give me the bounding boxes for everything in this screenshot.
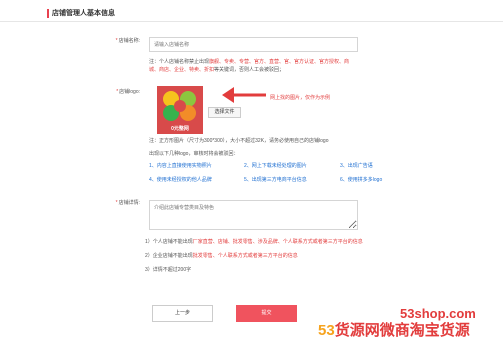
required-mark: * — [116, 89, 119, 95]
logo-rule: 5、出现第三方电商平台信息 — [244, 177, 307, 183]
desc-tip-prefix: 3）详情不超过200字 — [145, 267, 192, 273]
submit-button[interactable]: 提交 — [236, 305, 297, 322]
logo-rule: 4、使用未经授权的他人品牌 — [149, 177, 212, 183]
prev-step-button[interactable]: 上一步 — [152, 305, 213, 322]
logo-rule: 6、使用拼多多logo — [340, 177, 383, 183]
shop-logo-label-text: 店铺logo: — [119, 89, 140, 95]
shop-desc-textarea[interactable] — [149, 200, 358, 230]
logo-size-note: 注：正方形图片（尺寸为300*300），大小不超过32K，请务必使用自己的店铺l… — [149, 138, 329, 144]
desc-tip-red: 厂家直营、店铺、批发零售、涉及品牌、个人联系方式或者第三方平台的信息 — [192, 239, 363, 245]
section-header: 店铺管理人基本信息 — [0, 0, 503, 22]
watermark-site: 53shop.com — [400, 306, 476, 321]
logo-rule: 3、出现广告语 — [340, 163, 373, 169]
shop-name-label: *店铺名称: — [104, 38, 140, 45]
desc-tip: 1）个人店铺不能出现厂家直营、店铺、批发零售、涉及品牌、个人联系方式或者第三方平… — [145, 239, 363, 246]
example-note: 网上找的图片，仅作为示例 — [270, 95, 331, 101]
section-title: 店铺管理人基本信息 — [52, 10, 115, 17]
required-mark: * — [115, 38, 118, 44]
desc-tip: 3）详情不超过200字 — [145, 267, 191, 274]
watermark-brand-name: 货源网 — [334, 322, 380, 339]
watermark-brand-number: 53 — [318, 322, 335, 339]
required-mark: * — [115, 200, 118, 206]
shop-name-note-prefix: 注：个人店铺名称禁止出现 — [149, 59, 210, 65]
logo-shape-icon — [163, 91, 196, 121]
logo-text: 0元整网 — [171, 126, 189, 132]
watermark-brand: 53货源网微商淘宝货源 — [318, 322, 470, 340]
logo-reject-intro: 出现以下几种logo，审核时将会被驳回： — [149, 151, 239, 157]
shop-logo-label: *店铺logo: — [104, 89, 140, 96]
logo-rule: 1、内容上直接使用实物照片 — [149, 163, 212, 169]
section-accent-bar — [47, 9, 49, 18]
desc-tip-prefix: 1）个人店铺不能出现 — [145, 239, 193, 245]
desc-tip-prefix: 2）企业店铺不能出现 — [145, 253, 193, 259]
shop-desc-label: *店铺详情: — [104, 200, 140, 207]
choose-file-button[interactable]: 选择文件 — [208, 107, 241, 118]
shop-name-note: 注：个人店铺名称禁止出现旗舰、专卖、专营、官方、直营、官、官方认证、官方授权、商… — [149, 58, 359, 74]
shop-name-note-suffix: 等关键词，否则人工会被驳回； — [214, 67, 285, 73]
shop-logo-preview: 0元整网 — [157, 86, 203, 134]
shop-desc-label-text: 店铺详情: — [118, 200, 140, 206]
shop-name-label-text: 店铺名称: — [118, 38, 140, 44]
arrow-left-icon — [222, 87, 266, 103]
shop-name-input[interactable] — [149, 37, 358, 52]
watermark-brand-slogan: 微商淘宝货源 — [379, 322, 470, 339]
desc-tip: 2）企业店铺不能出现批发零售、个人联系方式或者第三方平台的信息 — [145, 253, 298, 260]
logo-rule: 2、网上下载未经处理的图片 — [244, 163, 307, 169]
desc-tip-red: 批发零售、个人联系方式或者第三方平台的信息 — [192, 253, 298, 259]
